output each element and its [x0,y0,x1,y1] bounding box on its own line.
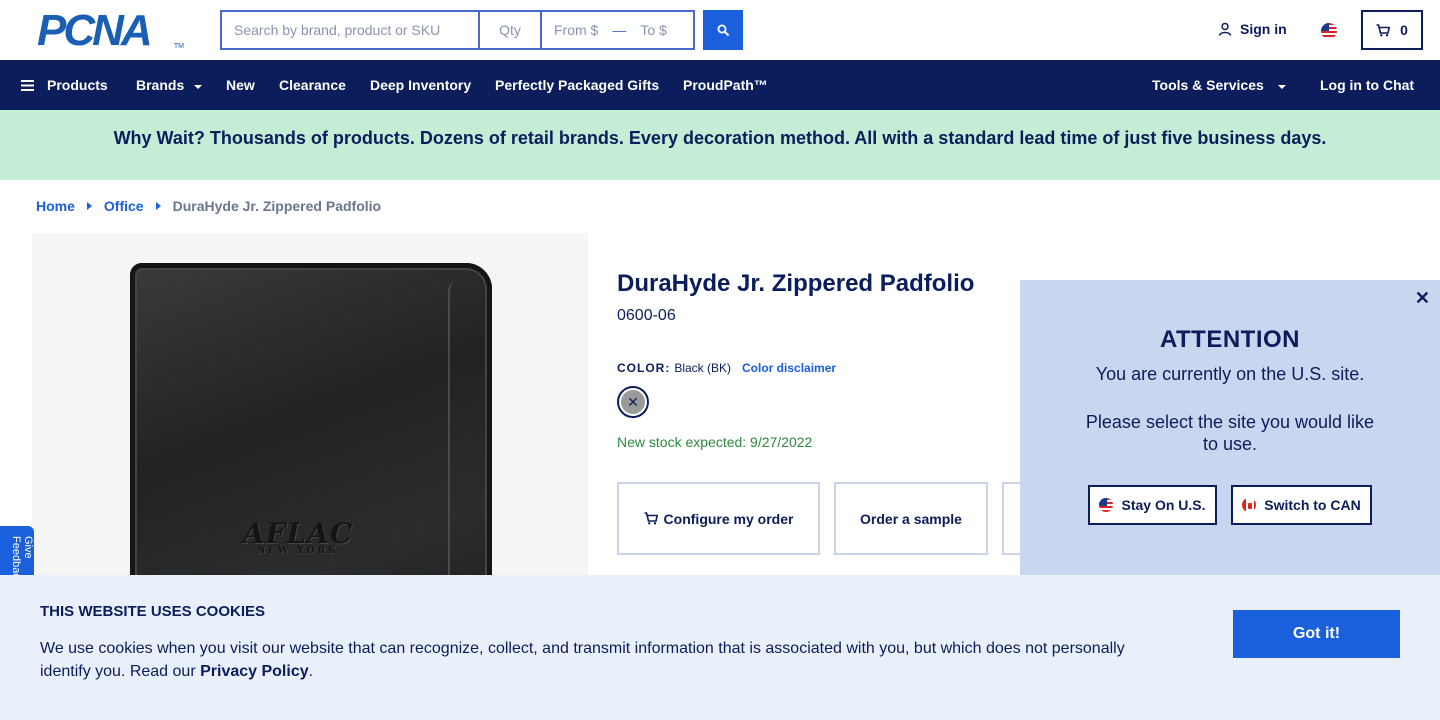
color-label: COLOR: [617,361,671,375]
breadcrumb-separator-icon [155,202,161,210]
stay-us-button[interactable]: Stay On U.S. [1088,485,1217,525]
unavailable-x-icon: ✕ [621,390,645,414]
breadcrumb-current: DuraHyde Jr. Zippered Padfolio [172,198,382,214]
modal-title: ATTENTION [1159,326,1301,353]
privacy-policy-link[interactable]: Privacy Policy [200,663,309,680]
stock-note: New stock expected: 9/27/2022 [617,434,813,450]
cart-icon [644,512,658,525]
breadcrumb-office[interactable]: Office [104,198,144,214]
search-icon [717,24,729,36]
chevron-down-icon [194,84,203,89]
search-bar: Search by brand, product or SKU Qty From… [220,10,695,50]
us-flag-icon[interactable] [1321,23,1337,39]
breadcrumb-home[interactable]: Home [36,198,75,214]
price-to-input[interactable]: To $ [640,22,666,38]
user-icon [1218,22,1232,36]
cookie-title: THIS WEBSITE USES COOKIES [40,603,266,620]
search-input[interactable]: Search by brand, product or SKU [220,10,478,50]
color-row: COLOR: Black (BK) Color disclaimer [617,361,836,375]
color-disclaimer-link[interactable]: Color disclaimer [742,361,836,375]
order-sample-button[interactable]: Order a sample [834,482,988,555]
price-dash: — [612,22,627,38]
padfolio-photo: AFLAC NEW YORK [130,263,492,593]
menu-icon [21,79,34,91]
color-value: Black (BK) [674,361,732,375]
site-select-modal: ✕ ATTENTION You are currently on the U.S… [1020,280,1440,580]
promo-banner: Why Wait? Thousands of products. Dozens … [0,110,1440,180]
switch-can-button[interactable]: Switch to CAN [1231,485,1372,525]
close-icon[interactable]: ✕ [1415,288,1430,309]
cart-icon [1376,23,1391,36]
qty-input[interactable]: Qty [478,10,540,50]
product-title: DuraHyde Jr. Zippered Padfolio [617,270,975,297]
color-swatch-black[interactable]: ✕ [617,386,649,418]
nav-proudpath[interactable]: ProudPath™ [683,60,768,110]
breadcrumb: Home Office DuraHyde Jr. Zippered Padfol… [36,198,381,214]
cookie-banner: THIS WEBSITE USES COOKIES We use cookies… [0,575,1440,720]
configure-order-button[interactable]: Configure my order [617,482,820,555]
modal-prompt-text: Please select the site you would like to… [1085,412,1375,454]
cart-count: 0 [1400,22,1408,38]
cookie-text: We use cookies when you visit our websit… [40,640,1125,680]
canada-flag-icon [1242,498,1257,512]
us-flag-icon [1099,498,1114,512]
price-from-input[interactable]: From $ [554,22,598,38]
nav-brands[interactable]: Brands [136,60,203,110]
nav-new[interactable]: New [226,60,255,110]
got-it-button[interactable]: Got it! [1233,610,1400,658]
nav-chat-login[interactable]: Log in to Chat [1320,60,1414,110]
cart-button[interactable]: 0 [1361,10,1423,50]
price-range-input[interactable]: From $ — To $ [540,10,695,50]
pcna-logo[interactable]: PCNA TM [37,9,184,53]
logo-imprint: AFLAC NEW YORK [242,517,354,556]
promo-text: Why Wait? Thousands of products. Dozens … [113,127,1327,148]
nav-gifts[interactable]: Perfectly Packaged Gifts [495,60,659,110]
nav-products[interactable]: Products [21,60,108,110]
main-nav: Products Brands New Clearance Deep Inven… [0,60,1440,110]
nav-tools-services[interactable]: Tools & Services [1152,60,1286,110]
breadcrumb-separator-icon [86,202,92,210]
nav-clearance[interactable]: Clearance [279,60,346,110]
chevron-down-icon [1277,84,1286,89]
sign-in-link[interactable]: Sign in [1218,21,1287,37]
search-button[interactable] [703,10,743,50]
site-header: PCNA TM Search by brand, product or SKU … [0,0,1440,60]
product-sku: 0600-06 [617,307,676,324]
modal-current-site-text: You are currently on the U.S. site. [1095,364,1365,384]
product-image[interactable]: AFLAC NEW YORK [32,233,588,593]
nav-deep-inventory[interactable]: Deep Inventory [370,60,471,110]
